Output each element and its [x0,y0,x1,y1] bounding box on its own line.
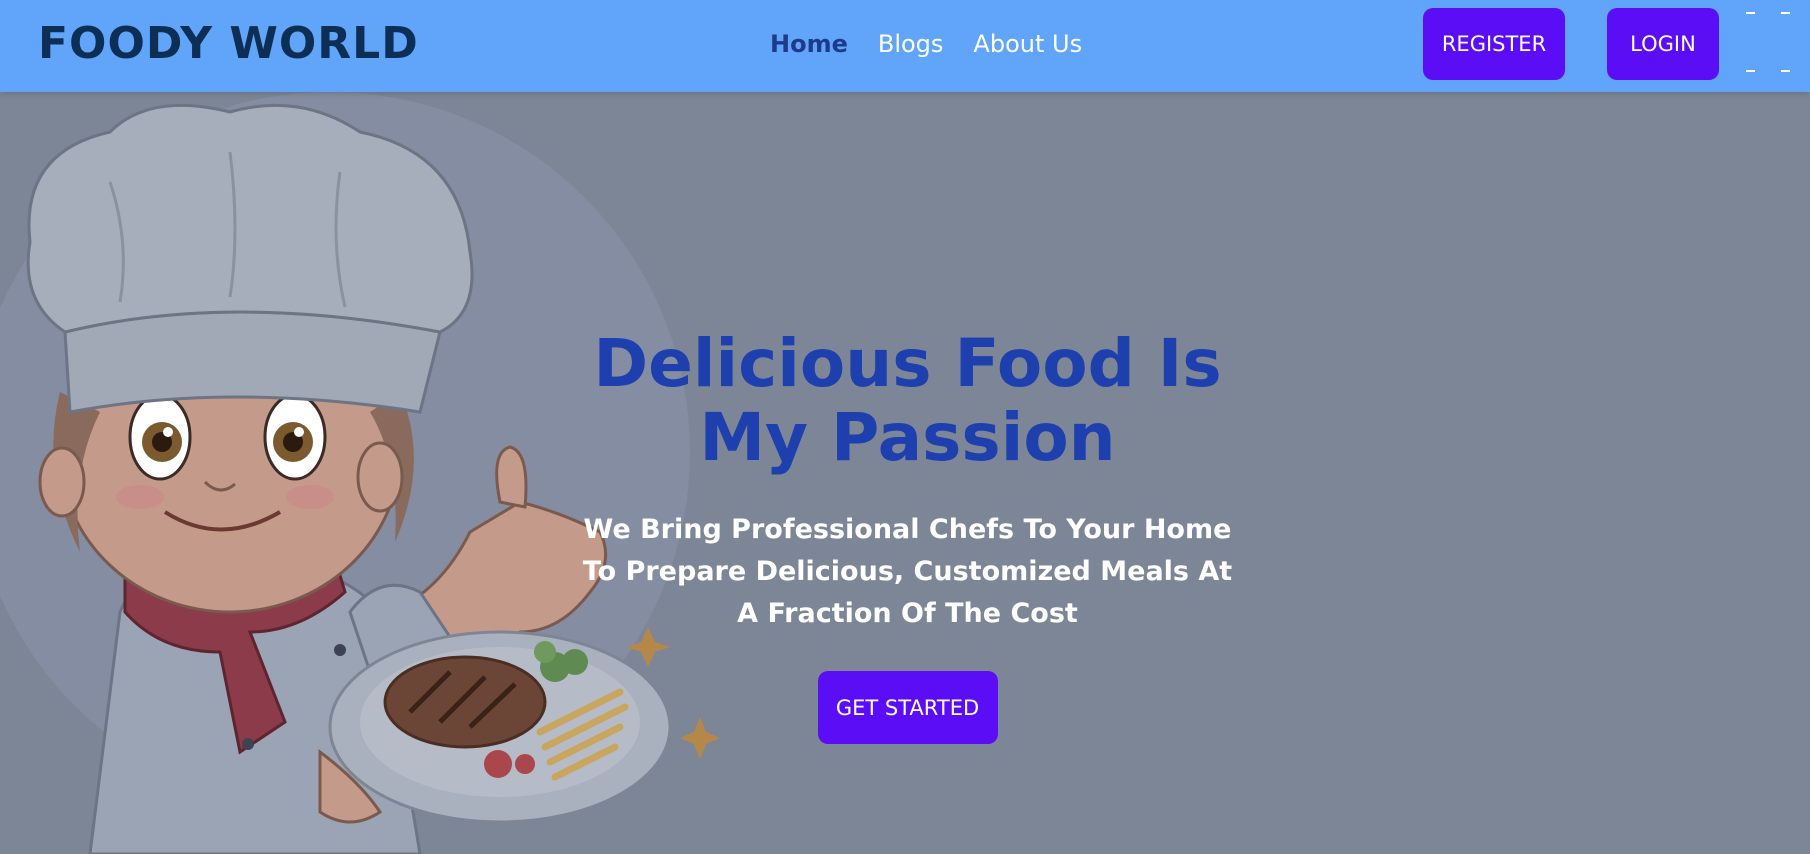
hamburger-menu-icon[interactable] [1738,12,1798,72]
hero-title-line2: My Passion [699,399,1116,476]
hero-title: Delicious Food Is My Passion [560,327,1255,475]
nav-link-home[interactable]: Home [770,30,848,58]
hero-title-line1: Delicious Food Is [593,325,1222,402]
site-logo[interactable]: FOODY WORLD [38,18,419,69]
navbar: FOODY WORLD Home Blogs About Us REGISTER… [0,0,1810,92]
get-started-button[interactable]: GET STARTED [817,671,998,744]
nav-link-about-us[interactable]: About Us [973,30,1082,58]
hero-subtitle: We Bring Professional Chefs To Your Home… [582,514,1233,629]
hero-content: Delicious Food Is My Passion We Bring Pr… [560,327,1255,744]
login-button[interactable]: LOGIN [1607,8,1719,80]
main-nav: Home Blogs About Us [770,30,1082,58]
hero-section: Delicious Food Is My Passion We Bring Pr… [0,92,1810,854]
nav-link-blogs[interactable]: Blogs [878,30,944,58]
register-button[interactable]: REGISTER [1423,8,1565,80]
